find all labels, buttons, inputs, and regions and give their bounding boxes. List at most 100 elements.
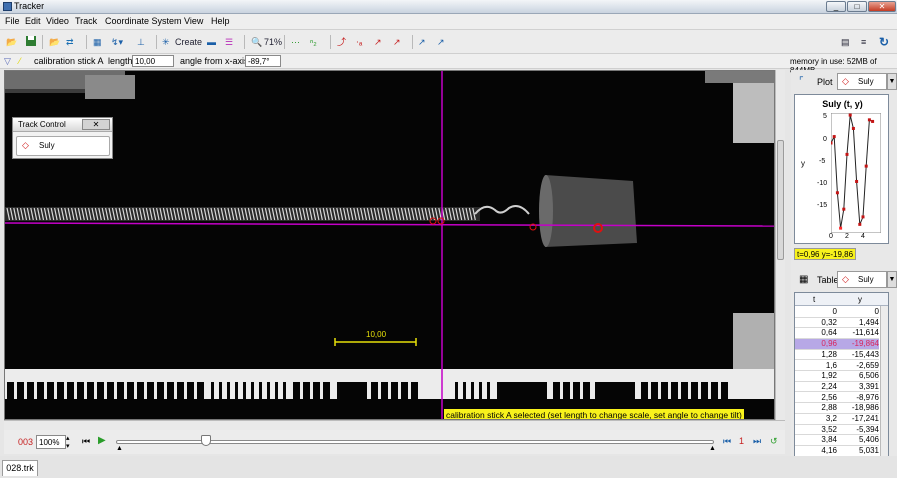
plot-point: [858, 222, 862, 226]
labels-icon[interactable]: ⁿ₂: [310, 35, 317, 49]
column-header-t[interactable]: t: [813, 295, 815, 304]
calibration-tools-icon[interactable]: ⊥: [137, 35, 145, 49]
table-row[interactable]: 1,92 6,506: [795, 371, 879, 382]
plot-track-selector[interactable]: ◇ Suly: [837, 73, 887, 90]
tape-measure-icon[interactable]: ▬: [207, 35, 216, 49]
table-cell-t: 3,52: [821, 424, 837, 434]
path-icon[interactable]: ⤴: [337, 35, 346, 49]
table-row[interactable]: 2,88 -18,986: [795, 403, 879, 414]
step-size[interactable]: 1: [739, 436, 744, 446]
length-field[interactable]: [132, 55, 174, 67]
plot-panel[interactable]: Suly (t, y) y 5 0 -5 -10 -15 0 2 4: [794, 94, 889, 244]
column-header-y[interactable]: y: [858, 295, 862, 304]
diamond-icon: ◇: [842, 274, 849, 284]
menu-view[interactable]: View: [184, 16, 203, 26]
plot-tab-label[interactable]: Plot: [817, 77, 833, 87]
table-cell-y: 5,031: [858, 446, 879, 456]
table-row[interactable]: 1,28 -15,443: [795, 350, 879, 361]
notes-icon[interactable]: ▤: [841, 35, 850, 49]
plot-dropdown-icon[interactable]: ▼: [887, 73, 897, 90]
table-row[interactable]: 1,6 -2,659: [795, 360, 879, 371]
table-scrollbar[interactable]: [880, 306, 888, 457]
video-vertical-scrollbar[interactable]: [775, 70, 785, 420]
save-icon[interactable]: [25, 35, 37, 49]
table-row[interactable]: 2,56 -8,976: [795, 393, 879, 404]
zoom-spinner-icon[interactable]: ▴ ▾: [66, 434, 70, 450]
table-track-selector[interactable]: ◇ Suly: [837, 271, 887, 288]
plot-title: Suly (t, y): [822, 99, 863, 109]
import-icon[interactable]: 📂: [49, 35, 60, 49]
swap-icon[interactable]: ⇄: [66, 35, 74, 49]
suly-track-button[interactable]: ◇ Suly: [16, 136, 110, 156]
loop-icon[interactable]: ↺: [770, 436, 778, 447]
weight: [545, 175, 637, 247]
table-cell-y: -15,443: [851, 349, 879, 359]
zoom-level[interactable]: 71%: [264, 35, 282, 49]
table-cell-t: 1,6: [825, 360, 837, 370]
menu-track[interactable]: Track: [75, 16, 97, 26]
table-row[interactable]: 0,32 1,494: [795, 318, 879, 329]
zoom-icon[interactable]: 🔍: [251, 35, 262, 49]
plot-point: [848, 113, 852, 117]
close-button[interactable]: ✕: [868, 1, 896, 12]
table-dropdown-icon[interactable]: ▼: [887, 271, 897, 288]
table-cell-y: 3,391: [858, 381, 879, 391]
open-file-icon[interactable]: 📂: [6, 35, 17, 49]
table-cell-t: 0,32: [821, 317, 837, 327]
menu-coordinate-system[interactable]: Coordinate System: [105, 16, 182, 26]
data-table[interactable]: t y 0 0 0,32 1,494 0,64 -11,614 0,96 -19,864 1,2…: [794, 292, 889, 458]
refresh-list-icon[interactable]: ≡: [861, 35, 866, 49]
maximize-button[interactable]: □: [847, 1, 867, 12]
points-icon[interactable]: ⋅ₐ: [356, 35, 362, 49]
angle-field[interactable]: [245, 55, 281, 67]
create-icon[interactable]: ✳: [162, 35, 170, 49]
video-horizontal-scrollbar[interactable]: [4, 420, 785, 430]
velocity-icon[interactable]: ↗: [374, 35, 382, 49]
frame-number[interactable]: 003: [18, 437, 33, 447]
menu-file[interactable]: File: [5, 16, 20, 26]
table-row[interactable]: 3,2 -17,241: [795, 414, 879, 425]
table-row[interactable]: 3,52 -5,394: [795, 425, 879, 436]
reset-to-start-icon[interactable]: ⏮: [82, 436, 90, 447]
file-tab[interactable]: 028.trk: [2, 460, 38, 476]
x-axis-line: [5, 222, 774, 227]
refresh-icon[interactable]: ↻: [879, 35, 889, 49]
y-tick-label: -15: [817, 202, 828, 209]
acceleration-icon[interactable]: ↗: [393, 35, 401, 49]
video-panel[interactable]: 10,00 calibration stick A selected (set …: [4, 70, 775, 420]
frame-slider-thumb[interactable]: [200, 435, 211, 446]
table-tab-label[interactable]: Table: [817, 275, 839, 285]
table-cell-y: -18,986: [851, 403, 879, 413]
axes-icon[interactable]: ↯▾: [111, 35, 123, 49]
menu-edit[interactable]: Edit: [25, 16, 41, 26]
minimize-button[interactable]: _: [826, 1, 846, 12]
table-row[interactable]: 00: [795, 307, 879, 318]
track-dropdown-icon[interactable]: ▽: [4, 56, 11, 67]
menu-video[interactable]: Video: [46, 16, 69, 26]
plot-point: [864, 164, 868, 168]
table-cell-y: -5,394: [856, 424, 879, 434]
length-label: length: [108, 56, 133, 66]
plot-icon: ⌜: [799, 76, 804, 87]
trail-icon[interactable]: ⋯: [291, 35, 300, 49]
track-control-close-button[interactable]: ✕: [82, 119, 110, 130]
x-tick-label: 4: [861, 233, 865, 240]
play-icon[interactable]: ▶: [98, 435, 106, 446]
step-back-icon[interactable]: ⏮: [723, 436, 731, 447]
table-row[interactable]: 0,96 -19,864: [795, 339, 879, 350]
table-row[interactable]: 0,64 -11,614: [795, 328, 879, 339]
table-row[interactable]: 3,84 5,406: [795, 435, 879, 446]
tracker-app-icon: [3, 2, 12, 11]
clip-settings-icon[interactable]: ▦: [93, 35, 102, 49]
zoom-field[interactable]: [36, 435, 66, 449]
xmass-icon[interactable]: ↗: [418, 35, 426, 49]
ymass-icon[interactable]: ↗: [437, 35, 445, 49]
step-forward-icon[interactable]: ⏭: [753, 436, 761, 447]
menu-help[interactable]: Help: [211, 16, 230, 26]
create-button[interactable]: Create: [175, 35, 202, 49]
x-tick-label: 2: [845, 233, 849, 240]
table-row[interactable]: 2,24 3,391: [795, 382, 879, 393]
track-menu-icon[interactable]: ☰: [225, 35, 233, 49]
plot-track-label: Suly: [858, 77, 874, 86]
vertical-scroll-thumb[interactable]: [777, 140, 784, 260]
